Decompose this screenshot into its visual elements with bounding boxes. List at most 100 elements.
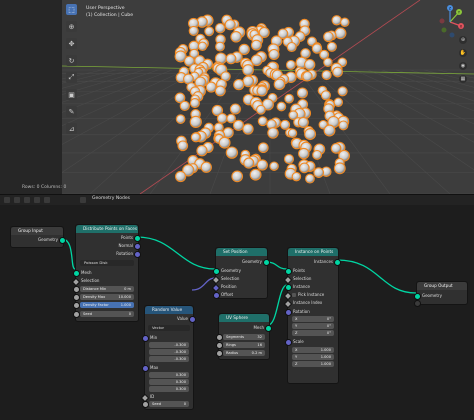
rings-socket[interactable] [216,342,223,349]
scale-z-field[interactable]: Z 1.000 [292,361,334,367]
select-box-icon[interactable]: ⬚ [66,4,77,15]
move-icon[interactable]: ✥ [66,38,77,49]
distance-min-socket[interactable] [73,286,80,293]
radius-field[interactable]: Radius 0.2 m [223,350,265,356]
rotation-output-socket[interactable] [134,251,141,258]
editor-type-icon[interactable] [4,197,10,203]
iop-scale-label: Scale [293,339,304,344]
view-menu-icon[interactable] [14,197,20,203]
pan-icon[interactable]: ✋ [459,49,467,57]
camera-icon[interactable]: ◉ [459,62,467,70]
distance-min-field[interactable]: Distance Min 0 m [80,286,134,292]
instance-sphere [257,142,269,154]
instance-sphere [286,41,297,53]
density-max-field[interactable]: Density Max 10.000 [80,294,134,300]
seed-socket[interactable] [73,311,80,318]
iop-scale-socket[interactable] [285,339,292,346]
rotation-x-field[interactable]: X 0° [292,316,334,322]
min-x-field[interactable]: -0.300 [149,342,189,348]
add-menu-icon[interactable] [34,197,40,203]
setpos-geometry-output-label: Geometry [242,259,262,264]
value-output-socket[interactable] [189,316,196,323]
density-max-socket[interactable] [73,294,80,301]
min-y-field[interactable]: -0.300 [149,349,189,355]
seed-field[interactable]: Seed 0 [80,311,134,317]
group-output-title: Group Output [417,282,467,290]
node-tree-name[interactable]: Geometry Nodes [92,196,130,201]
transform-icon[interactable]: ▣ [66,89,77,100]
group-output-geometry-socket[interactable] [414,293,421,300]
rotation-z-field[interactable]: Z 0° [292,330,334,336]
instance-sphere [302,71,313,82]
normal-output-socket[interactable] [134,243,141,250]
distribute-mode-select[interactable]: Poisson Disk [80,260,134,266]
group-output-node[interactable]: Group Output Geometry [414,281,468,307]
scale-icon[interactable]: ⤢ [66,72,77,83]
set-position-node[interactable]: Set Position Geometry Geometry Selection… [211,247,270,299]
max-x-field[interactable]: 0.300 [149,372,189,378]
iop-points-socket[interactable] [285,268,292,275]
instance-on-points-node[interactable]: Instance on Points Instances Points Sele… [283,247,341,384]
instances-output-socket[interactable] [334,259,341,266]
instance-sphere [331,15,342,26]
select-menu-icon[interactable] [24,197,30,203]
group-input-title: Group Input [11,227,63,235]
node-tree-icon[interactable] [80,197,86,203]
group-input-node[interactable]: Group Input Geometry [10,226,66,248]
scale-y-field[interactable]: Y 1.000 [292,354,334,360]
scale-x-field[interactable]: X 1.000 [292,347,334,353]
max-y-field[interactable]: 0.300 [149,379,189,385]
density-factor-field[interactable]: Density Factor 1.000 [80,302,134,308]
min-input-socket[interactable] [142,335,149,342]
instance-sphere [304,128,317,141]
setpos-offset-socket[interactable] [213,292,220,299]
min-z-field[interactable]: -0.300 [149,356,189,362]
iop-rotation-socket[interactable] [285,309,292,316]
rotate-icon[interactable]: ↻ [66,55,77,66]
link-distribute-to-setpos [136,236,216,270]
setpos-geometry-input-socket[interactable] [213,268,220,275]
empty-socket[interactable] [414,300,421,307]
rings-field[interactable]: Rings 16 [223,342,265,348]
value-output-label: Value [177,316,188,321]
points-output-socket[interactable] [134,235,141,242]
mesh-input-socket[interactable] [73,270,80,277]
distribute-points-node[interactable]: Distribute Points on Faces Points Normal… [71,224,141,322]
random-seed-socket[interactable] [142,401,149,408]
instance-sphere [267,127,279,139]
setpos-geometry-output-socket[interactable] [263,259,270,266]
zoom-icon[interactable]: ⊕ [459,36,467,44]
instance-sphere [196,145,208,157]
grid-icon[interactable]: ▦ [459,75,467,83]
instance-sphere [285,59,296,70]
node-menu-icon[interactable] [44,197,50,203]
data-type-select[interactable]: Vector [148,325,190,331]
sphere-mesh-output-label: Mesh [253,325,264,330]
cursor-icon[interactable]: ⊕ [66,21,77,32]
annotate-icon[interactable]: ✎ [66,106,77,117]
max-input-socket[interactable] [142,365,149,372]
density-factor-socket[interactable] [73,302,80,309]
rotation-y-field[interactable]: Y 0° [292,323,334,329]
radius-socket[interactable] [216,350,223,357]
sphere-mesh-output-socket[interactable] [265,325,272,332]
pick-instance-checkbox[interactable] [292,293,296,297]
instance-sphere [200,161,212,173]
segments-field[interactable]: Segments 32 [223,334,265,340]
measure-icon[interactable]: ⊿ [66,123,77,134]
iop-instance-socket[interactable] [285,284,292,291]
setpos-position-label: Position [221,284,237,289]
3d-viewport[interactable]: Rows: 0 Columns: 0 ⬚ ⊕ ✥ ↻ ⤢ ▣ ✎ ⊿ User … [0,0,474,194]
segments-socket[interactable] [216,334,223,341]
iop-points-label: Points [293,268,306,273]
node-editor-canvas[interactable]: Group Input Geometry Distribute Points o… [0,205,474,420]
geometry-output-socket[interactable] [59,237,66,244]
uv-sphere-node[interactable]: UV Sphere Mesh Segments 32 Rings 16 Radius… [216,313,272,360]
instance-sphere [287,128,298,138]
max-z-field[interactable]: 0.300 [149,386,189,392]
instance-sphere [232,119,245,131]
instance-sphere [218,136,231,149]
random-value-node[interactable]: Random Value Value Vector Min -0.300 -0.… [140,305,196,410]
instance-sphere [291,171,302,182]
random-seed-field[interactable]: Seed 0 [149,401,189,407]
